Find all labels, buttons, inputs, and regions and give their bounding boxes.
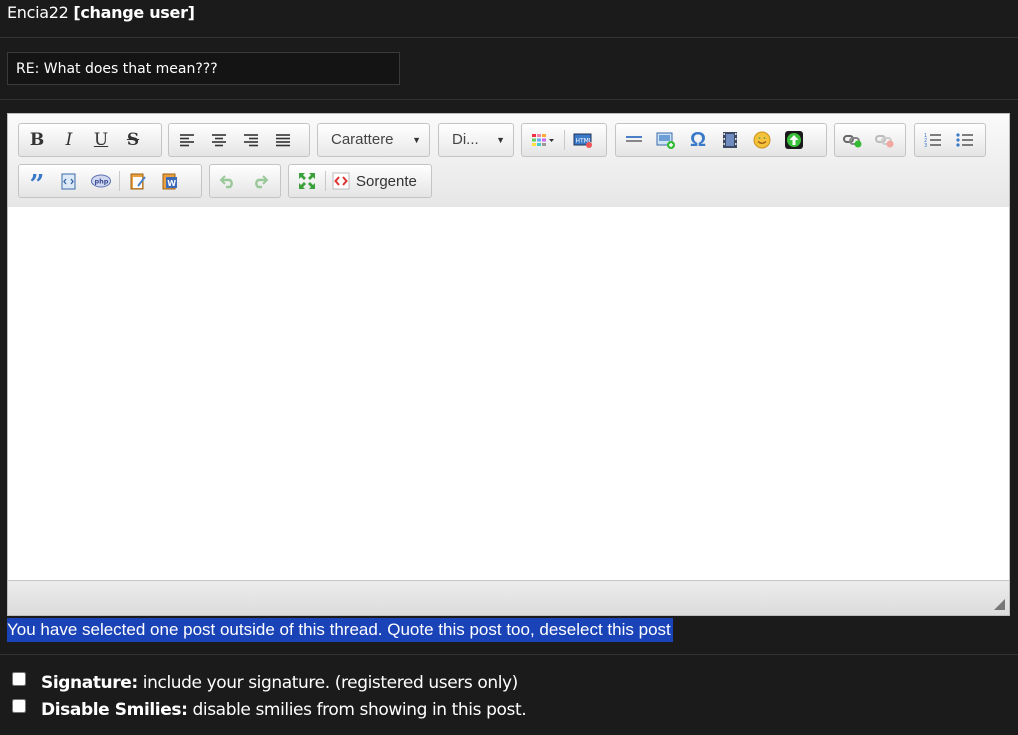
insert-video-icon[interactable] (714, 126, 746, 154)
svg-text:php: php (95, 178, 109, 186)
editor-content-area[interactable] (8, 207, 1009, 582)
signature-description: include your signature. (registered user… (142, 673, 519, 693)
disable-smilies-label: Disable Smilies: (41, 700, 188, 720)
paste-word-icon[interactable]: W (154, 167, 186, 195)
paste-text-icon[interactable] (122, 167, 154, 195)
signature-option: Signature: include your signature. (regi… (12, 672, 518, 693)
username: Encia22 (7, 3, 69, 22)
bulleted-list-icon[interactable] (949, 126, 981, 154)
undo-icon[interactable] (212, 167, 244, 195)
numbered-list-icon[interactable]: 123 (917, 126, 949, 154)
user-line: Encia22 [change user] (7, 3, 195, 22)
bold-button[interactable]: B (21, 126, 53, 154)
dropdown-arrow-icon: ▼ (412, 135, 421, 145)
upload-icon[interactable] (778, 126, 810, 154)
underline-button[interactable]: U (85, 126, 117, 154)
signature-checkbox[interactable] (12, 672, 26, 686)
change-user-link[interactable]: [change user] (73, 3, 195, 22)
font-family-select[interactable]: Carattere ▼ (317, 123, 430, 157)
php-code-icon[interactable]: php (85, 167, 117, 195)
insert-html-icon[interactable]: HTML (567, 126, 599, 154)
tools-group: Sorgente (288, 164, 432, 198)
list-group: 123 (914, 123, 986, 157)
special-char-icon[interactable]: Ω (682, 126, 714, 154)
divider (0, 37, 1018, 38)
editor-status-bar (8, 580, 1009, 615)
redo-icon[interactable] (244, 167, 276, 195)
blockquote-icon[interactable]: ” (21, 167, 53, 198)
divider (0, 654, 1018, 655)
align-justify-icon[interactable] (267, 126, 299, 154)
basic-styles-group: B I U S (18, 123, 162, 157)
disable-smilies-option: Disable Smilies: disable smilies from sh… (12, 699, 527, 720)
color-group: HTML (521, 123, 607, 157)
align-right-icon[interactable] (235, 126, 267, 154)
align-group (168, 123, 310, 157)
link-icon[interactable] (837, 126, 869, 154)
source-button[interactable]: Sorgente (328, 167, 421, 195)
subject-input[interactable] (7, 52, 400, 85)
rich-text-editor: B I U S Carattere ▼ Di... ▼ HTML Ω 1 2 3… (7, 113, 1010, 616)
signature-label: Signature: (41, 673, 138, 693)
undo-redo-group (209, 164, 281, 198)
horizontal-rule-icon[interactable] (618, 126, 650, 154)
separator (119, 171, 120, 191)
link-group (834, 123, 906, 157)
code-icon[interactable] (53, 167, 85, 195)
italic-button[interactable]: I (53, 126, 85, 154)
source-icon (332, 172, 350, 190)
dropdown-arrow-icon: ▼ (496, 135, 505, 145)
insert-group: Ω (615, 123, 827, 157)
align-center-icon[interactable] (203, 126, 235, 154)
smiley-icon[interactable] (746, 126, 778, 154)
disable-smilies-checkbox[interactable] (12, 699, 26, 713)
svg-text:3: 3 (924, 143, 927, 148)
disable-smilies-description: disable smilies from showing in this pos… (192, 700, 527, 720)
separator (325, 171, 326, 191)
separator (564, 130, 565, 150)
strike-button[interactable]: S (117, 126, 149, 154)
divider (0, 99, 1018, 100)
text-color-icon[interactable] (524, 126, 562, 154)
resize-handle-icon[interactable] (994, 599, 1005, 610)
editor-toolbar: B I U S Carattere ▼ Di... ▼ HTML Ω 1 2 3… (8, 114, 1009, 208)
block-group: ” php W (18, 164, 202, 198)
font-size-select[interactable]: Di... ▼ (438, 123, 514, 157)
selected-post-notice[interactable]: You have selected one post outside of th… (7, 618, 673, 642)
svg-text:W: W (167, 179, 176, 188)
align-left-icon[interactable] (171, 126, 203, 154)
unlink-icon[interactable] (869, 126, 901, 154)
insert-image-icon[interactable] (650, 126, 682, 154)
maximize-icon[interactable] (291, 167, 323, 195)
